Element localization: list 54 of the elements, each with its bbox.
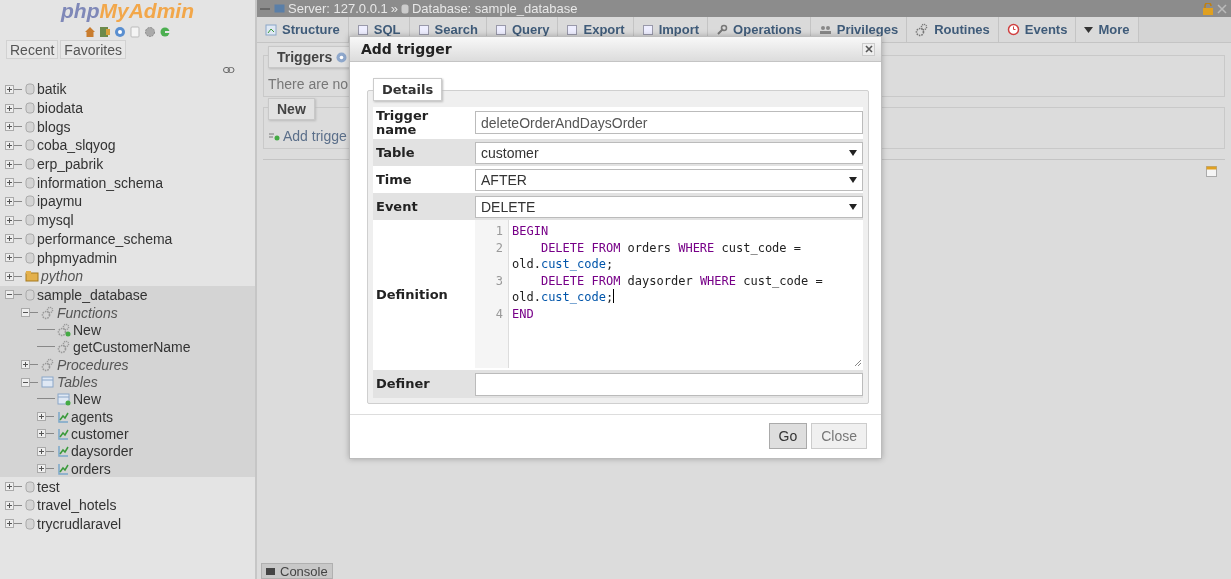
code-line: END [512, 305, 535, 322]
line-number: 4 [494, 305, 504, 322]
add-trigger-link[interactable]: Add trigge [283, 128, 347, 144]
line-number: 2 [494, 239, 504, 257]
tree-item[interactable]: orders [71, 460, 111, 477]
tree-item[interactable]: New [73, 322, 101, 339]
dropdown[interactable]: DELETE [475, 196, 863, 218]
dropdown[interactable]: AFTER [475, 169, 863, 191]
breadcrumb-separator: » [390, 1, 398, 16]
tree-item[interactable]: coba_slqyog [37, 137, 116, 154]
dialog-title: Add trigger [361, 41, 452, 57]
sidebar-tab[interactable]: Favorites [60, 40, 126, 59]
tree-item[interactable]: batik [37, 81, 67, 98]
panel-title: Triggers [277, 49, 333, 65]
field-label: Event [375, 197, 419, 216]
tree-item[interactable]: phpmyadmin [37, 249, 118, 266]
field-label: Trigger name [375, 107, 430, 139]
tree-item[interactable]: test [37, 478, 60, 495]
tree-item[interactable]: blogs [37, 118, 71, 135]
tree-item[interactable]: mysql [37, 212, 74, 229]
tree-item[interactable]: biodata [37, 100, 83, 117]
fieldset-legend: Details [373, 78, 443, 101]
tree-item[interactable]: ipaymu [37, 193, 83, 210]
empty-message: There are no [268, 76, 349, 92]
tree-item[interactable]: information_schema [37, 174, 164, 191]
dropdown[interactable]: customer [475, 142, 863, 164]
tab[interactable]: Routines [907, 17, 999, 42]
tree-item[interactable]: erp_pabrik [37, 156, 104, 173]
code-line: DELETE FROM orders WHERE cust_code = old.cust_code; [512, 239, 802, 273]
tree-item[interactable]: performance_schema [37, 230, 173, 247]
console-tab[interactable]: Console [261, 563, 333, 579]
tree-item[interactable]: python [41, 268, 84, 285]
code-line: BEGIN [512, 223, 550, 240]
close-button[interactable]: Close [811, 423, 867, 449]
field-label: Time [375, 170, 413, 189]
text-field[interactable]: deleteOrderAndDaysOrder [475, 111, 863, 134]
tab[interactable]: Events [998, 17, 1077, 42]
tree-item[interactable]: travel_hotels [37, 497, 117, 514]
tab[interactable]: More [1076, 17, 1139, 42]
field-label: Table [375, 143, 416, 162]
tree-item[interactable]: Tables [57, 374, 98, 391]
tree-item[interactable]: agents [71, 408, 114, 425]
tree-item[interactable]: New [73, 391, 101, 408]
field-label: Definition [375, 286, 449, 304]
tree-item[interactable]: trycrudlaravel [37, 515, 122, 532]
line-number: 3 [494, 272, 504, 290]
panel-title: New [277, 101, 306, 117]
sidebar-tab[interactable]: Recent [6, 40, 59, 59]
code-line: DELETE FROM daysorder WHERE cust_code = old.cust_code; [512, 272, 824, 306]
code-editor[interactable]: 1 BEGIN 2 DELETE FROM orders WHERE cust_code = old.cust_code; 3 DELETE FROM daysorder WHERE cust_code = old.cust_code; 4 END [475, 220, 863, 368]
field-label: Definer [375, 375, 431, 393]
line-number: 1 [494, 223, 504, 240]
tab[interactable]: Structure [257, 17, 349, 42]
go-button[interactable]: Go [768, 423, 808, 449]
